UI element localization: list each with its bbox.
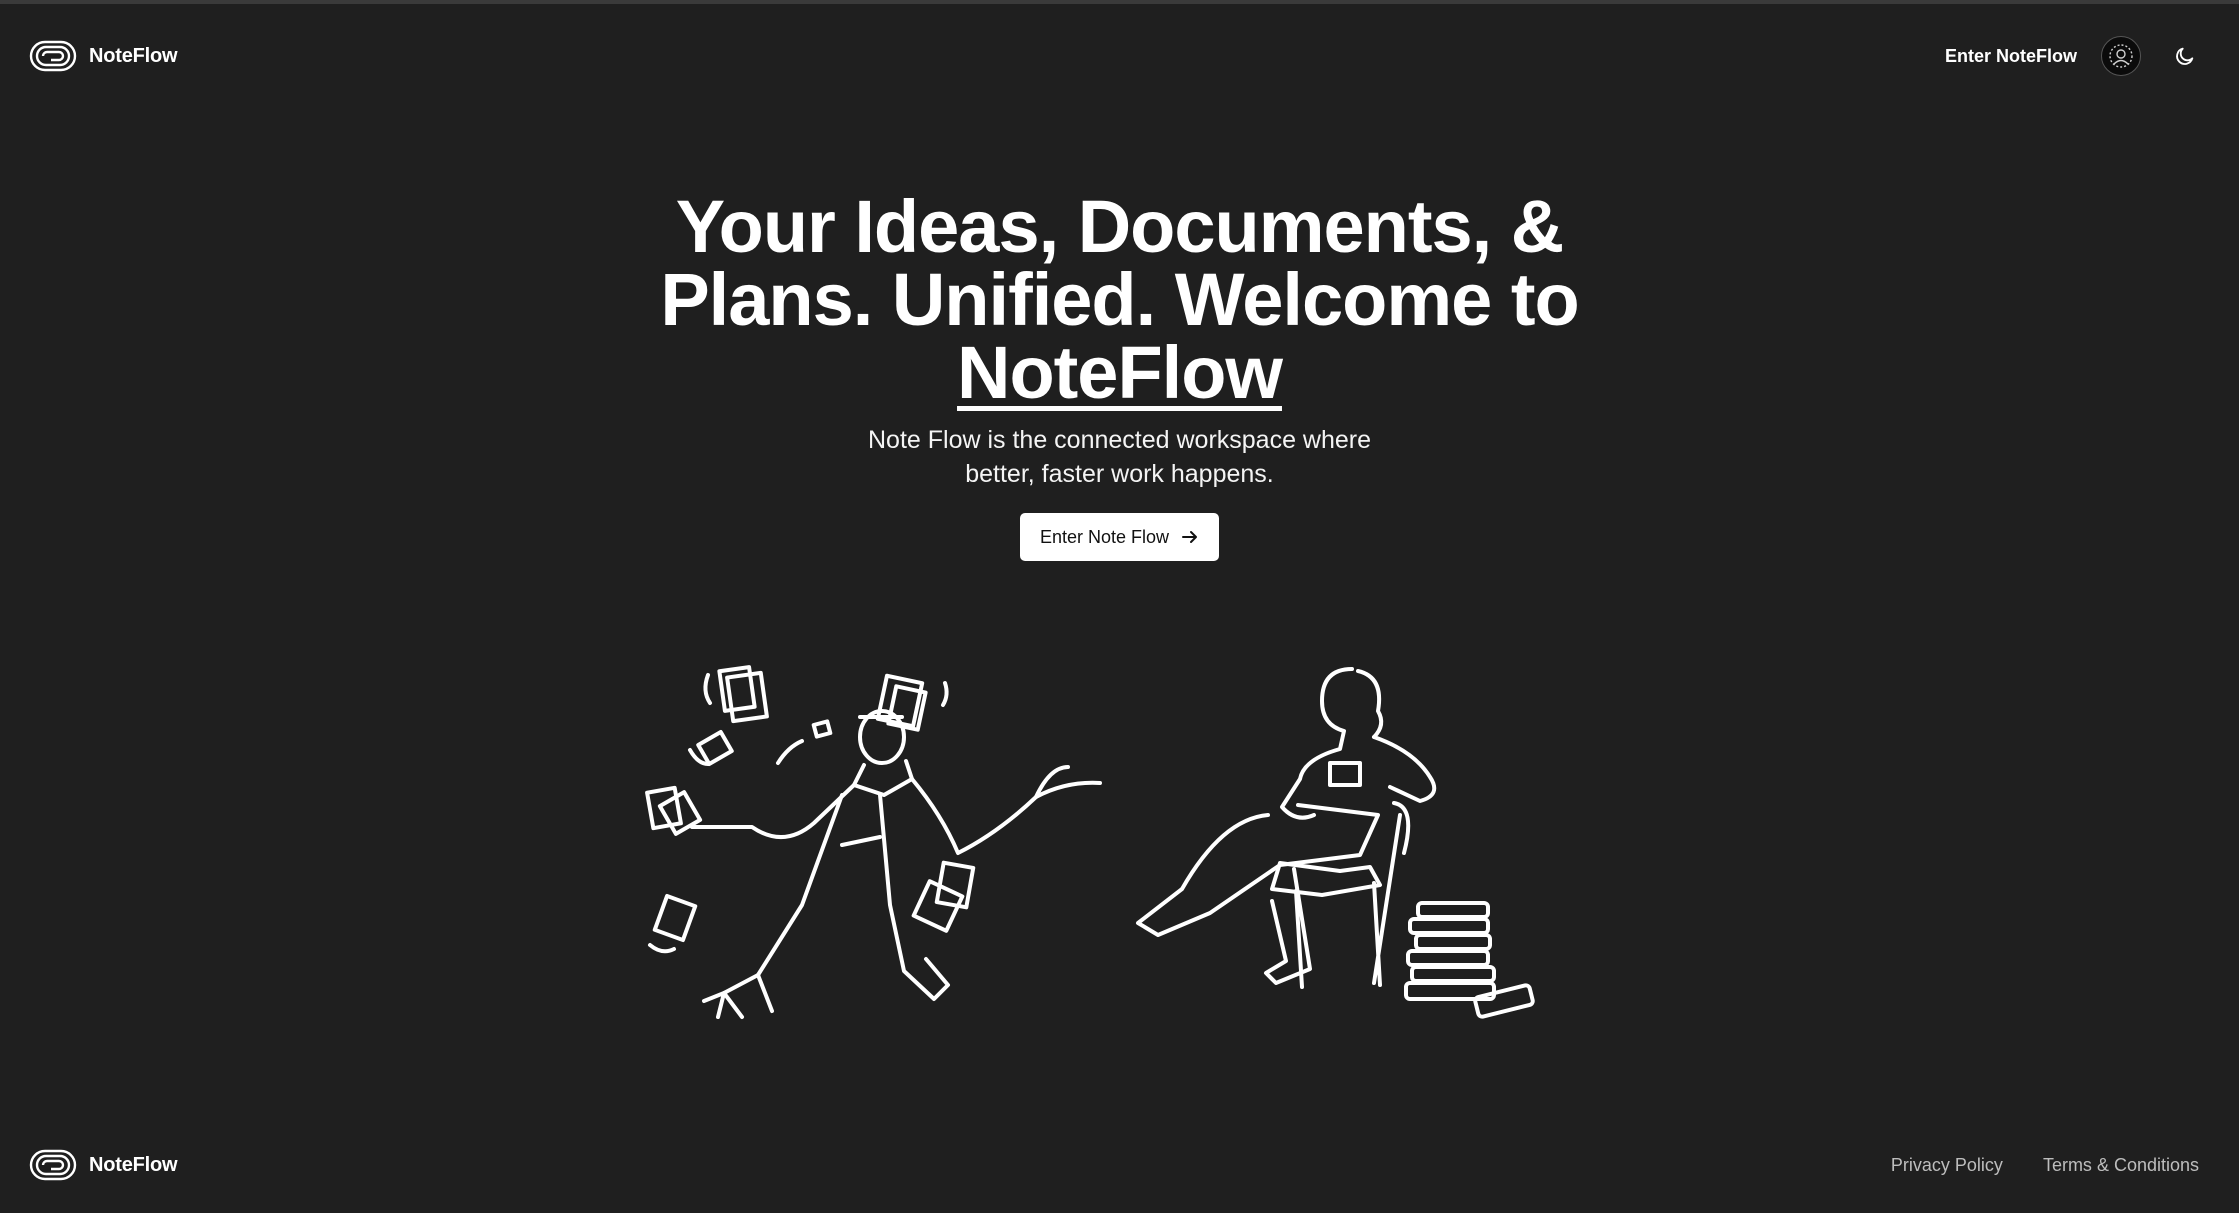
noteflow-logo-icon [29,40,77,72]
hero-section: Your Ideas, Documents, & Plans. Unified.… [0,190,2239,561]
user-avatar[interactable] [2101,36,2141,76]
brand-name: NoteFlow [89,44,178,67]
running-man-figure [690,709,1102,1019]
enter-note-flow-button[interactable]: Enter Note Flow [1019,513,1220,561]
book-stack [1404,901,1535,1019]
terms-conditions-link[interactable]: Terms & Conditions [2043,1155,2199,1176]
top-navbar: NoteFlow Enter NoteFlow [0,4,2239,108]
brand-link[interactable]: NoteFlow [29,39,178,73]
arrow-right-icon [1182,531,1198,543]
nav-actions: Enter NoteFlow [1945,36,2205,76]
enter-noteflow-link[interactable]: Enter NoteFlow [1945,46,2077,67]
footer-brand-name: NoteFlow [89,1153,178,1176]
hero-illustration [645,665,1535,1019]
footer-brand-link[interactable]: NoteFlow [29,1148,178,1182]
footer: NoteFlow Privacy Policy Terms & Conditio… [0,1130,2239,1200]
hero-title-text: Your Ideas, Documents, & Plans. Unified.… [660,185,1579,341]
noteflow-logo-icon [29,1149,77,1181]
hero-title-brand: NoteFlow [957,331,1283,414]
moon-icon [2176,47,2194,65]
cta-label: Enter Note Flow [1039,526,1170,547]
footer-links: Privacy Policy Terms & Conditions [1891,1155,2199,1176]
theme-toggle-button[interactable] [2165,36,2205,76]
hero-subtitle: Note Flow is the connected workspace whe… [867,426,1372,488]
privacy-policy-link[interactable]: Privacy Policy [1891,1155,2003,1176]
hero-title: Your Ideas, Documents, & Plans. Unified.… [640,190,1600,410]
avatar-icon [2109,44,2133,68]
sitting-woman-figure [1136,667,1437,989]
flying-papers [645,665,976,954]
